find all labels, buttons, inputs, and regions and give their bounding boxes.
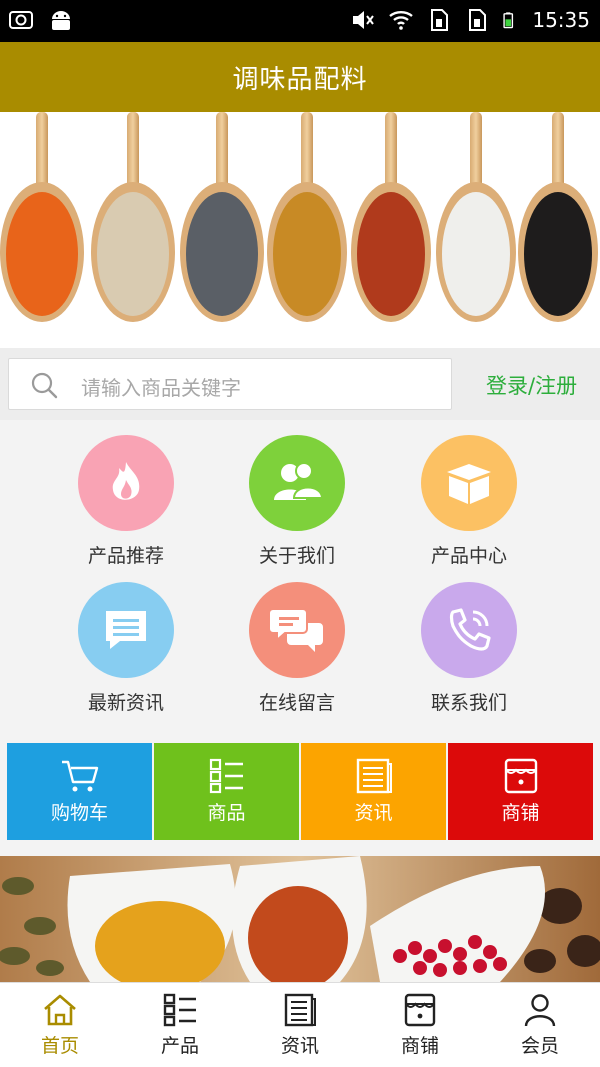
mute-icon [353,11,375,29]
chat-doc-icon [78,582,174,678]
top-banner-image[interactable] [0,112,600,348]
search-icon [31,372,58,399]
search-placeholder: 请输入商品关键字 [81,376,241,400]
grid-item-latest-news[interactable]: 最新资讯 [56,582,196,715]
nav-label: 会员 [520,1034,559,1057]
sim2-icon [469,9,487,31]
page-title: 调味品配料 [232,64,368,95]
grid-item-product-center[interactable]: 产品中心 [399,435,539,568]
promo-banner-image[interactable] [0,856,600,982]
screenshot-icon [9,11,33,29]
chat-bubbles-icon [249,582,345,678]
grid-item-online-message[interactable]: 在线留言 [227,582,367,715]
grid-item-contact-us[interactable]: 联系我们 [399,582,539,715]
tile-label: 资讯 [354,802,393,824]
tile-news[interactable]: 资讯 [301,743,446,840]
people-icon [249,435,345,531]
sim1-icon [431,9,449,31]
tile-store[interactable]: 商铺 [448,743,593,840]
tile-label: 商铺 [501,802,540,824]
user-icon [524,993,556,1026]
status-bar: 15:35 [0,0,600,42]
bottom-nav: 首页 产品 资讯 商铺 会员 [0,982,600,1067]
news-icon [356,758,392,794]
feature-grid: 产品推荐 关于我们 产品中心 最新资讯 在线留言 联系我们 [0,420,600,738]
flame-icon [78,435,174,531]
phone-icon [421,582,517,678]
grid-item-label: 最新资讯 [87,692,164,714]
grid-item-recommended[interactable]: 产品推荐 [56,435,196,568]
login-register-link[interactable]: 登录/注册 [486,370,577,400]
nav-label: 商铺 [400,1034,439,1057]
tile-goods[interactable]: 商品 [154,743,299,840]
battery-icon [503,12,514,29]
nav-news[interactable]: 资讯 [240,983,360,1067]
cart-icon [61,760,98,792]
search-input[interactable]: 请输入商品关键字 [8,358,452,410]
list-icon [209,758,243,794]
nav-label: 首页 [40,1034,79,1057]
nav-label: 资讯 [280,1034,319,1057]
grid-item-label: 产品推荐 [87,545,164,567]
tile-label: 购物车 [50,802,108,824]
nav-label: 产品 [160,1034,199,1057]
nav-home[interactable]: 首页 [0,983,120,1067]
nav-products[interactable]: 产品 [120,983,240,1067]
store-icon [504,758,537,794]
tile-label: 商品 [207,802,246,824]
grid-item-about-us[interactable]: 关于我们 [227,435,367,568]
nav-member[interactable]: 会员 [480,983,600,1067]
nav-stores[interactable]: 商铺 [360,983,480,1067]
grid-list-icon [163,993,196,1026]
search-row: 请输入商品关键字 登录/注册 [0,348,600,420]
home-icon [44,994,76,1025]
grid-item-label: 产品中心 [430,545,507,567]
status-time: 15:35 [532,8,590,32]
grid-item-label: 联系我们 [430,692,507,714]
box-icon [421,435,517,531]
title-bar: 调味品配料 [0,42,600,112]
wifi-icon [389,10,414,30]
android-icon [52,11,70,30]
tile-cart[interactable]: 购物车 [7,743,152,840]
grid-item-label: 关于我们 [258,545,335,567]
store-icon [404,993,436,1026]
quick-tiles: 购物车 商品 资讯 商铺 [7,743,593,840]
grid-item-label: 在线留言 [258,692,335,714]
news-icon [284,993,316,1026]
